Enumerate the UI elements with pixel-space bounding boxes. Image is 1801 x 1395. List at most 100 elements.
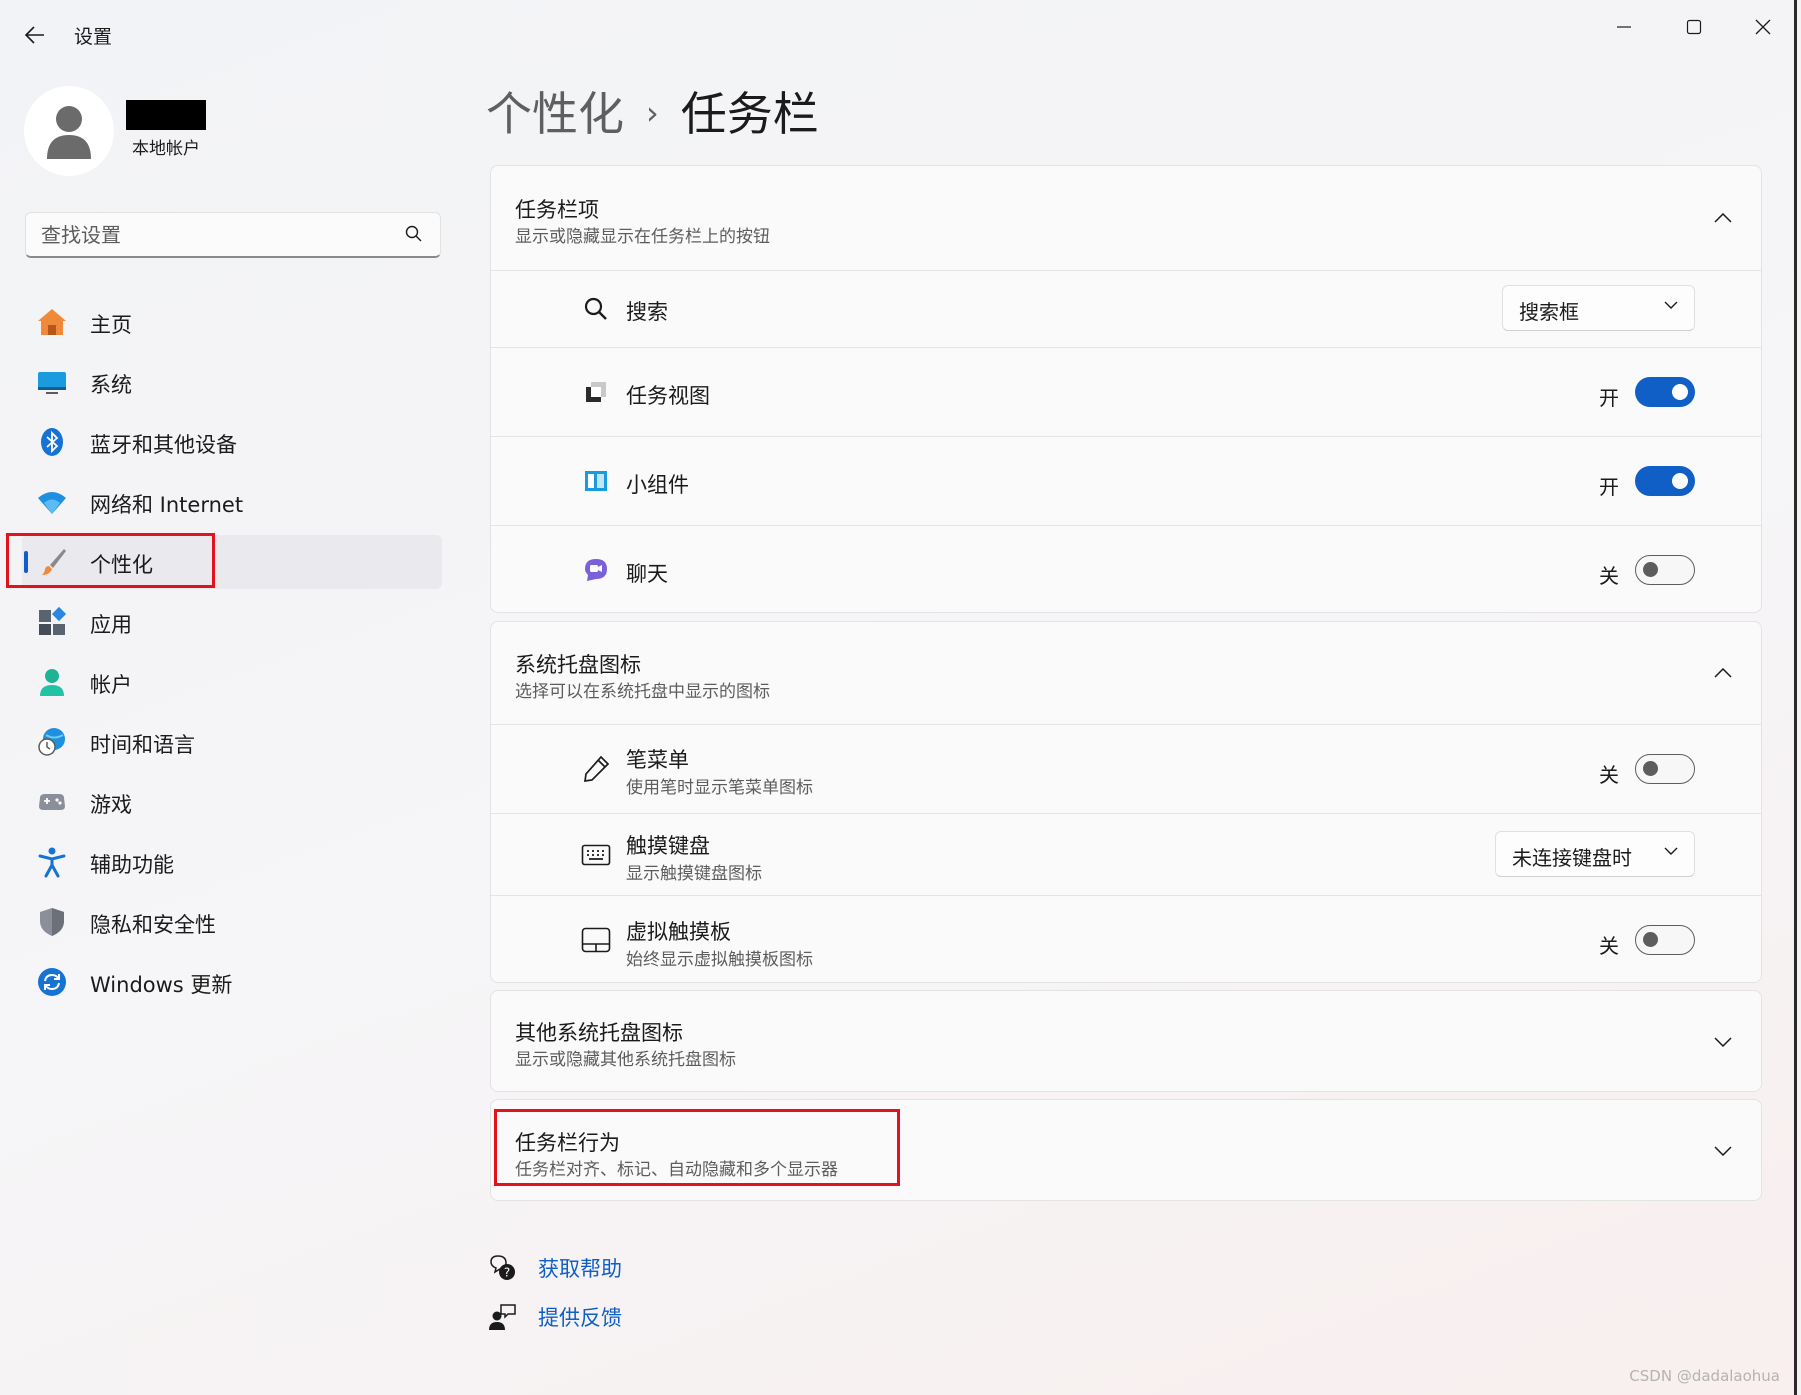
row-label: 任务视图 [626, 384, 710, 408]
toggle-knob [1643, 932, 1658, 947]
toggle-state-label: 关 [1599, 763, 1619, 787]
nav-label: 蓝牙和其他设备 [90, 433, 237, 457]
minimize-icon [1617, 26, 1631, 28]
nav-item-system[interactable]: 系统 [22, 355, 442, 409]
search-mode-dropdown[interactable]: 搜索框 [1502, 285, 1695, 331]
row-description: 显示触摸键盘图标 [626, 864, 762, 884]
feedback-label: 提供反馈 [538, 1306, 622, 1330]
help-chat-icon: ? [488, 1254, 516, 1282]
task-view-icon [579, 375, 613, 409]
task-view-toggle[interactable] [1635, 377, 1695, 407]
chevron-up-icon[interactable] [1711, 661, 1735, 685]
nav-item-home[interactable]: 主页 [22, 295, 442, 349]
nav-item-apps[interactable]: 应用 [22, 595, 442, 649]
highlight-box-personalization [6, 533, 215, 588]
row-label: 触摸键盘 [626, 834, 710, 858]
section-subtitle: 显示或隐藏其他系统托盘图标 [515, 1050, 736, 1070]
row-label: 虚拟触摸板 [626, 920, 731, 944]
system-tray-section: 系统托盘图标 选择可以在系统托盘中显示的图标 笔菜单 使用笔时显示笔菜单图标 关… [490, 621, 1762, 983]
minimize-button[interactable] [1596, 8, 1652, 46]
get-help-label: 获取帮助 [538, 1257, 622, 1281]
nav-label: 时间和语言 [90, 733, 195, 757]
search-box[interactable] [25, 212, 441, 258]
nav-item-time-language[interactable]: 时间和语言 [22, 715, 442, 769]
other-tray-icons-section[interactable]: 其他系统托盘图标 显示或隐藏其他系统托盘图标 [490, 990, 1762, 1092]
search-input[interactable] [26, 213, 403, 257]
touch-keyboard-row: 触摸键盘 显示触摸键盘图标 未连接键盘时 [491, 813, 1761, 896]
nav-label: 应用 [90, 613, 132, 637]
nav-item-accessibility[interactable]: 辅助功能 [22, 835, 442, 889]
accessibility-icon [36, 846, 68, 878]
pen-menu-toggle[interactable] [1635, 754, 1695, 784]
pen-icon [579, 752, 613, 786]
toggle-knob [1643, 761, 1658, 776]
system-tray-header[interactable]: 系统托盘图标 选择可以在系统托盘中显示的图标 [491, 622, 1761, 724]
section-subtitle: 选择可以在系统托盘中显示的图标 [515, 682, 770, 702]
touch-keyboard-dropdown[interactable]: 未连接键盘时 [1495, 831, 1695, 877]
bluetooth-icon [36, 426, 68, 458]
touchpad-icon [579, 923, 613, 957]
gamepad-icon [36, 786, 68, 818]
nav-item-windows-update[interactable]: Windows 更新 [22, 955, 442, 1009]
dropdown-value: 搜索框 [1519, 300, 1579, 324]
chevron-up-icon[interactable] [1711, 206, 1735, 230]
chat-toggle[interactable] [1635, 555, 1695, 585]
virtual-touchpad-row: 虚拟触摸板 始终显示虚拟触摸板图标 关 [491, 895, 1761, 985]
breadcrumb: 个性化 › 任务栏 [486, 78, 819, 144]
section-title: 其他系统托盘图标 [515, 1021, 683, 1045]
widgets-row: 小组件 开 [491, 436, 1761, 526]
taskbar-items-section: 任务栏项 显示或隐藏显示在任务栏上的按钮 搜索 搜索框 任务视图 开 小组件 开 [490, 165, 1762, 613]
maximize-icon [1686, 19, 1702, 35]
search-icon [579, 292, 613, 326]
watermark: CSDN @dadalaohua [1629, 1367, 1780, 1385]
shield-icon [36, 906, 68, 938]
apps-icon [36, 606, 68, 638]
title-bar: 设置 [0, 0, 1794, 70]
row-label: 聊天 [626, 562, 668, 586]
task-view-row: 任务视图 开 [491, 347, 1761, 437]
close-icon [1755, 19, 1771, 35]
chevron-down-icon[interactable] [1711, 1139, 1735, 1163]
toggle-state-label: 开 [1599, 475, 1619, 499]
svg-text:?: ? [504, 1266, 510, 1280]
widgets-toggle[interactable] [1635, 466, 1695, 496]
taskbar-items-header[interactable]: 任务栏项 显示或隐藏显示在任务栏上的按钮 [491, 166, 1761, 270]
chevron-down-icon[interactable] [1711, 1030, 1735, 1054]
chat-row: 聊天 关 [491, 525, 1761, 615]
back-button[interactable] [18, 18, 52, 52]
person-icon [36, 666, 68, 698]
close-button[interactable] [1735, 8, 1791, 46]
nav-item-privacy[interactable]: 隐私和安全性 [22, 895, 442, 949]
avatar[interactable] [24, 86, 114, 176]
nav-item-accounts[interactable]: 帐户 [22, 655, 442, 709]
toggle-state-label: 关 [1599, 934, 1619, 958]
row-description: 始终显示虚拟触摸板图标 [626, 950, 813, 970]
search-icon[interactable] [404, 224, 424, 244]
section-subtitle: 显示或隐藏显示在任务栏上的按钮 [515, 227, 770, 247]
settings-window: 设置 本地帐户 主页 系统 蓝牙和其他 [0, 0, 1797, 1395]
nav-label: 帐户 [90, 673, 132, 697]
home-icon [36, 306, 68, 338]
nav-label: 隐私和安全性 [90, 913, 216, 937]
virtual-touchpad-toggle[interactable] [1635, 925, 1695, 955]
page-title: 任务栏 [680, 87, 819, 141]
search-row: 搜索 搜索框 [491, 270, 1761, 348]
chevron-down-icon [1664, 847, 1678, 855]
widgets-icon [579, 464, 613, 498]
nav-label: Windows 更新 [90, 973, 233, 997]
get-help-link[interactable]: ? 获取帮助 [488, 1253, 622, 1283]
nav-label: 主页 [90, 313, 132, 337]
nav-item-bluetooth[interactable]: 蓝牙和其他设备 [22, 415, 442, 469]
nav-item-gaming[interactable]: 游戏 [22, 775, 442, 829]
toggle-knob [1672, 384, 1688, 400]
highlight-box-taskbar-behaviors [494, 1109, 900, 1186]
toggle-knob [1672, 473, 1688, 489]
maximize-button[interactable] [1666, 8, 1722, 46]
feedback-link[interactable]: 提供反馈 [488, 1302, 622, 1332]
toggle-knob [1643, 562, 1658, 577]
section-title: 系统托盘图标 [515, 653, 641, 677]
feedback-icon [488, 1303, 516, 1331]
row-label: 笔菜单 [626, 748, 689, 772]
breadcrumb-parent[interactable]: 个性化 [486, 87, 624, 141]
nav-item-network[interactable]: 网络和 Internet [22, 475, 442, 529]
